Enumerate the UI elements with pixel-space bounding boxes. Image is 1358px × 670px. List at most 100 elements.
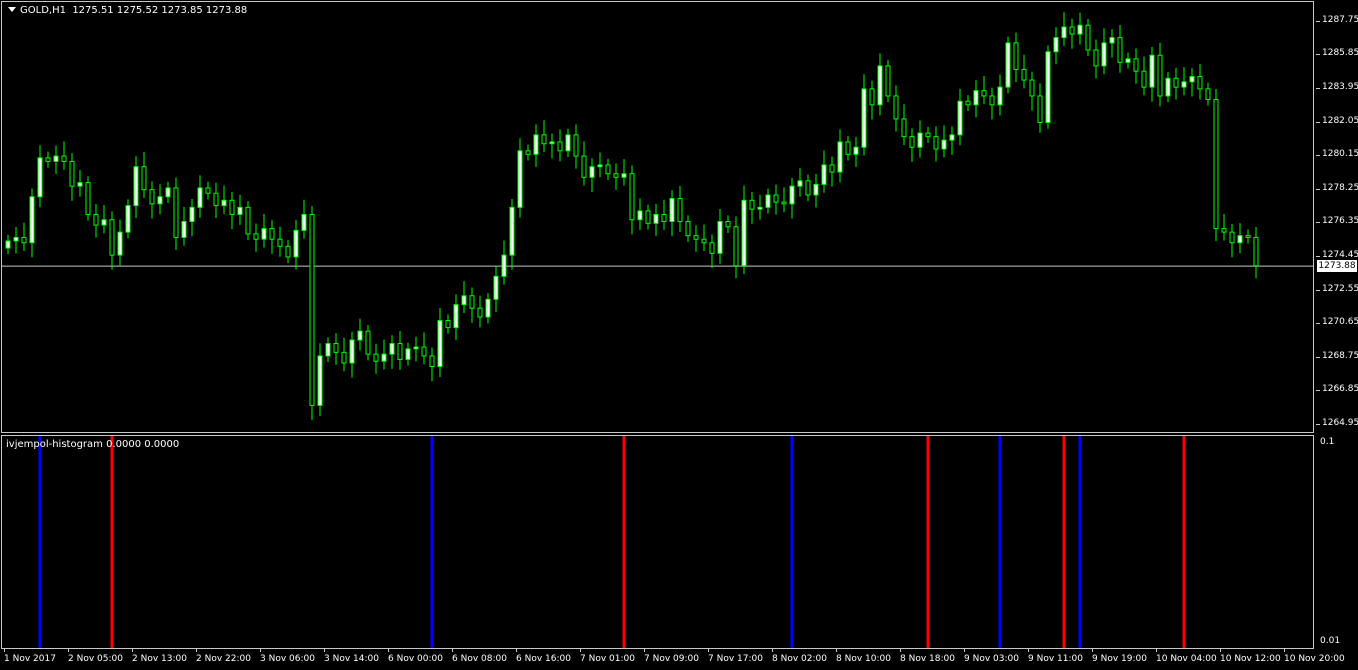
candle	[341, 337, 347, 372]
candle	[405, 342, 411, 366]
candle	[741, 185, 747, 275]
time-tick: 3 Nov 14:00	[324, 648, 379, 664]
candle	[533, 124, 539, 167]
symbol-label: GOLD,H1	[20, 5, 66, 16]
candle	[685, 215, 691, 242]
time-tick: 2 Nov 22:00	[196, 648, 251, 664]
candlestick-plot[interactable]	[2, 2, 1313, 432]
candle	[453, 294, 459, 341]
candle	[221, 185, 227, 214]
candle	[77, 170, 83, 197]
candle	[1245, 229, 1251, 244]
candle	[109, 211, 115, 270]
time-tick: 10 Nov 20:00	[1284, 648, 1345, 664]
candle	[989, 87, 995, 120]
candle	[885, 59, 891, 103]
candle	[917, 120, 923, 158]
candle	[725, 215, 731, 234]
candle	[701, 224, 707, 252]
candle	[13, 226, 19, 254]
candle	[1029, 71, 1035, 111]
candle	[317, 343, 323, 416]
time-tick: 9 Nov 19:00	[1092, 648, 1147, 664]
candle	[765, 188, 771, 214]
candle	[213, 182, 219, 219]
candle	[253, 223, 259, 252]
time-tick: 6 Nov 16:00	[516, 648, 571, 664]
candle	[1085, 19, 1091, 57]
candle	[845, 135, 851, 161]
candle	[813, 173, 819, 208]
time-tick: 9 Nov 11:00	[1028, 648, 1083, 664]
time-tick: 10 Nov 12:00	[1220, 648, 1281, 664]
candle	[541, 120, 547, 153]
price-chart-pane[interactable]: GOLD,H1 1275.51 1275.52 1273.85 1273.88	[1, 1, 1314, 433]
candle	[909, 128, 915, 162]
candle	[397, 330, 403, 370]
candle	[485, 293, 491, 324]
candle	[573, 124, 579, 169]
candle	[517, 138, 523, 218]
candle	[1253, 226, 1259, 279]
candle	[173, 177, 179, 250]
time-tick: 2 Nov 05:00	[68, 648, 123, 664]
histogram-bar	[1182, 436, 1186, 648]
candle	[389, 335, 395, 369]
candle	[381, 339, 387, 370]
price-tick: 1282.05	[1315, 115, 1358, 126]
candle	[285, 240, 291, 264]
price-tick: 1274.45	[1315, 250, 1358, 260]
candle	[85, 176, 91, 221]
candle	[861, 74, 867, 156]
histogram-bar	[1078, 436, 1082, 648]
indicator-axis-max: 0.1	[1320, 437, 1335, 447]
candle	[1205, 82, 1211, 106]
price-tick: 1280.15	[1315, 149, 1358, 160]
candle	[1165, 72, 1171, 103]
candle	[53, 145, 59, 174]
candle	[645, 204, 651, 230]
candle	[413, 336, 419, 362]
candle	[293, 219, 299, 270]
candle	[429, 347, 435, 382]
candle	[1101, 28, 1107, 75]
candle	[69, 153, 75, 201]
dropdown-triangle-icon[interactable]	[8, 7, 16, 12]
time-tick: 3 Nov 06:00	[260, 648, 315, 664]
price-tick: 1266.85	[1315, 384, 1358, 395]
histogram-plot[interactable]	[2, 436, 1313, 648]
indicator-pane[interactable]: ivjempol-histogram 0.0000 0.0000	[1, 435, 1314, 649]
candle	[141, 152, 147, 198]
candle	[853, 136, 859, 167]
candle	[1157, 42, 1163, 107]
time-tick: 10 Nov 04:00	[1156, 648, 1217, 664]
candle	[1125, 52, 1131, 69]
candle	[237, 194, 243, 225]
candle	[829, 156, 835, 187]
candle	[661, 199, 667, 230]
candle	[421, 332, 427, 365]
histogram-bar	[998, 436, 1002, 648]
price-tick: 1283.95	[1315, 82, 1358, 92]
candle	[797, 168, 803, 197]
candle	[949, 126, 955, 155]
candle	[437, 307, 443, 377]
candle	[509, 199, 515, 270]
candle	[333, 333, 339, 365]
candle	[149, 181, 155, 219]
candle	[461, 281, 467, 313]
candle	[501, 240, 507, 285]
chart-title: GOLD,H1 1275.51 1275.52 1273.85 1273.88	[8, 5, 247, 16]
candle	[1013, 32, 1019, 82]
candle	[557, 129, 563, 162]
candle	[605, 158, 611, 180]
candle	[301, 199, 307, 239]
price-tick: 1272.55	[1315, 283, 1358, 294]
candle	[1197, 63, 1203, 100]
time-tick: 7 Nov 17:00	[708, 648, 763, 664]
candle	[469, 287, 475, 323]
candle	[773, 184, 779, 215]
histogram-bar	[926, 436, 930, 648]
candle	[717, 208, 723, 264]
candle	[1173, 67, 1179, 100]
